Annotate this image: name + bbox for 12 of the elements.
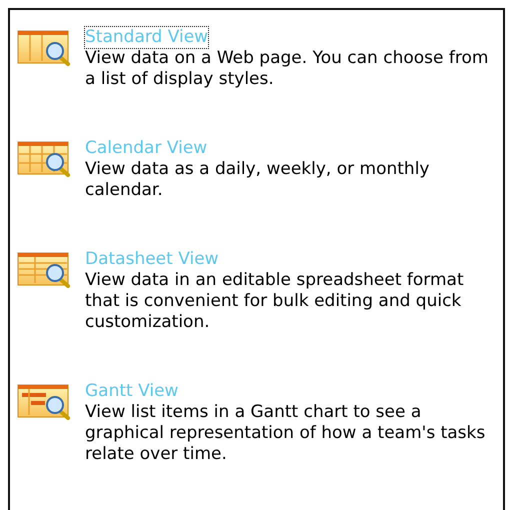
view-link[interactable]: Standard View — [85, 27, 208, 48]
table-magnifier-icon — [17, 383, 71, 421]
table-magnifier-icon — [17, 251, 71, 289]
view-description: View list items in a Gantt chart to see a graphical representation of how a team's tasks relate over time. — [85, 402, 486, 465]
view-link[interactable]: Gantt View — [85, 381, 178, 402]
view-description: View data as a daily, weekly, or monthly calendar. — [85, 159, 430, 201]
view-description: View data on a Web page. You can choose from a list of display styles. — [85, 48, 490, 90]
view-link[interactable]: Calendar View — [85, 138, 208, 159]
table-magnifier-icon — [17, 140, 71, 178]
view-link[interactable]: Datasheet View — [85, 249, 219, 270]
view-description: View data in an editable spreadsheet format that is convenient for bulk editing and quick customization. — [85, 270, 465, 333]
table-magnifier-icon — [17, 29, 71, 67]
